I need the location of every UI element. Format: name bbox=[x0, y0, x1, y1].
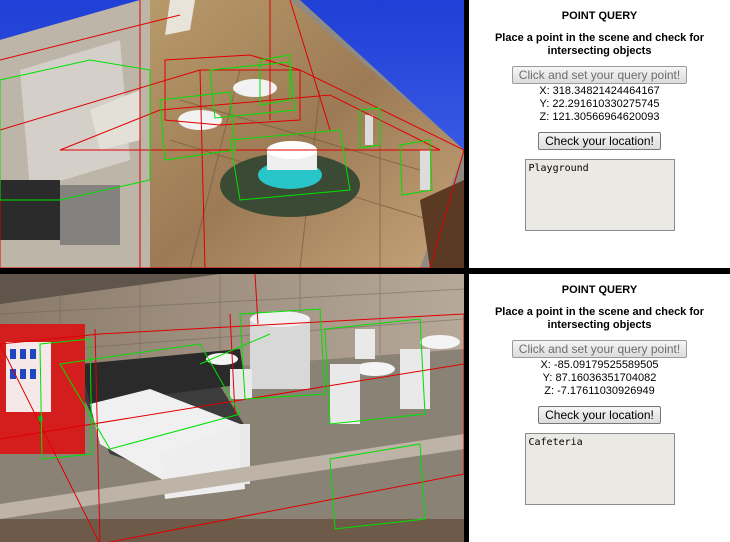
check-location-button[interactable]: Check your location! bbox=[538, 132, 661, 150]
x-coordinate: X: -85.09179525589505 bbox=[540, 359, 659, 371]
z-coordinate: Z: -7.17611030926949 bbox=[544, 385, 655, 397]
cafeteria-scene-render bbox=[0, 274, 464, 542]
set-query-point-button[interactable]: Click and set your query point! bbox=[511, 340, 688, 358]
x-coordinate: X: 318.34821424464167 bbox=[539, 85, 660, 97]
panel-title: POINT QUERY bbox=[561, 284, 638, 296]
panel-instructions: Place a point in the scene and check for… bbox=[494, 32, 705, 57]
set-query-point-button[interactable]: Click and set your query point! bbox=[511, 66, 688, 84]
panel-instructions: Place a point in the scene and check for… bbox=[494, 306, 705, 331]
panel-title: POINT QUERY bbox=[561, 10, 638, 22]
scene-viewport-top[interactable] bbox=[0, 0, 464, 268]
y-coordinate: Y: 87.16036351704082 bbox=[542, 372, 657, 384]
result-textarea[interactable]: Playground bbox=[524, 159, 675, 231]
scene-viewport-bottom[interactable] bbox=[0, 274, 464, 542]
z-coordinate: Z: 121.30566964620093 bbox=[539, 111, 660, 123]
playground-scene-render bbox=[0, 0, 464, 268]
point-query-panel-top: POINT QUERY Place a point in the scene a… bbox=[469, 0, 730, 268]
check-location-button[interactable]: Check your location! bbox=[538, 406, 661, 424]
point-query-panel-bottom: POINT QUERY Place a point in the scene a… bbox=[469, 274, 730, 542]
y-coordinate: Y: 22.291610330275745 bbox=[539, 98, 660, 110]
result-textarea[interactable]: Cafeteria bbox=[524, 433, 675, 505]
